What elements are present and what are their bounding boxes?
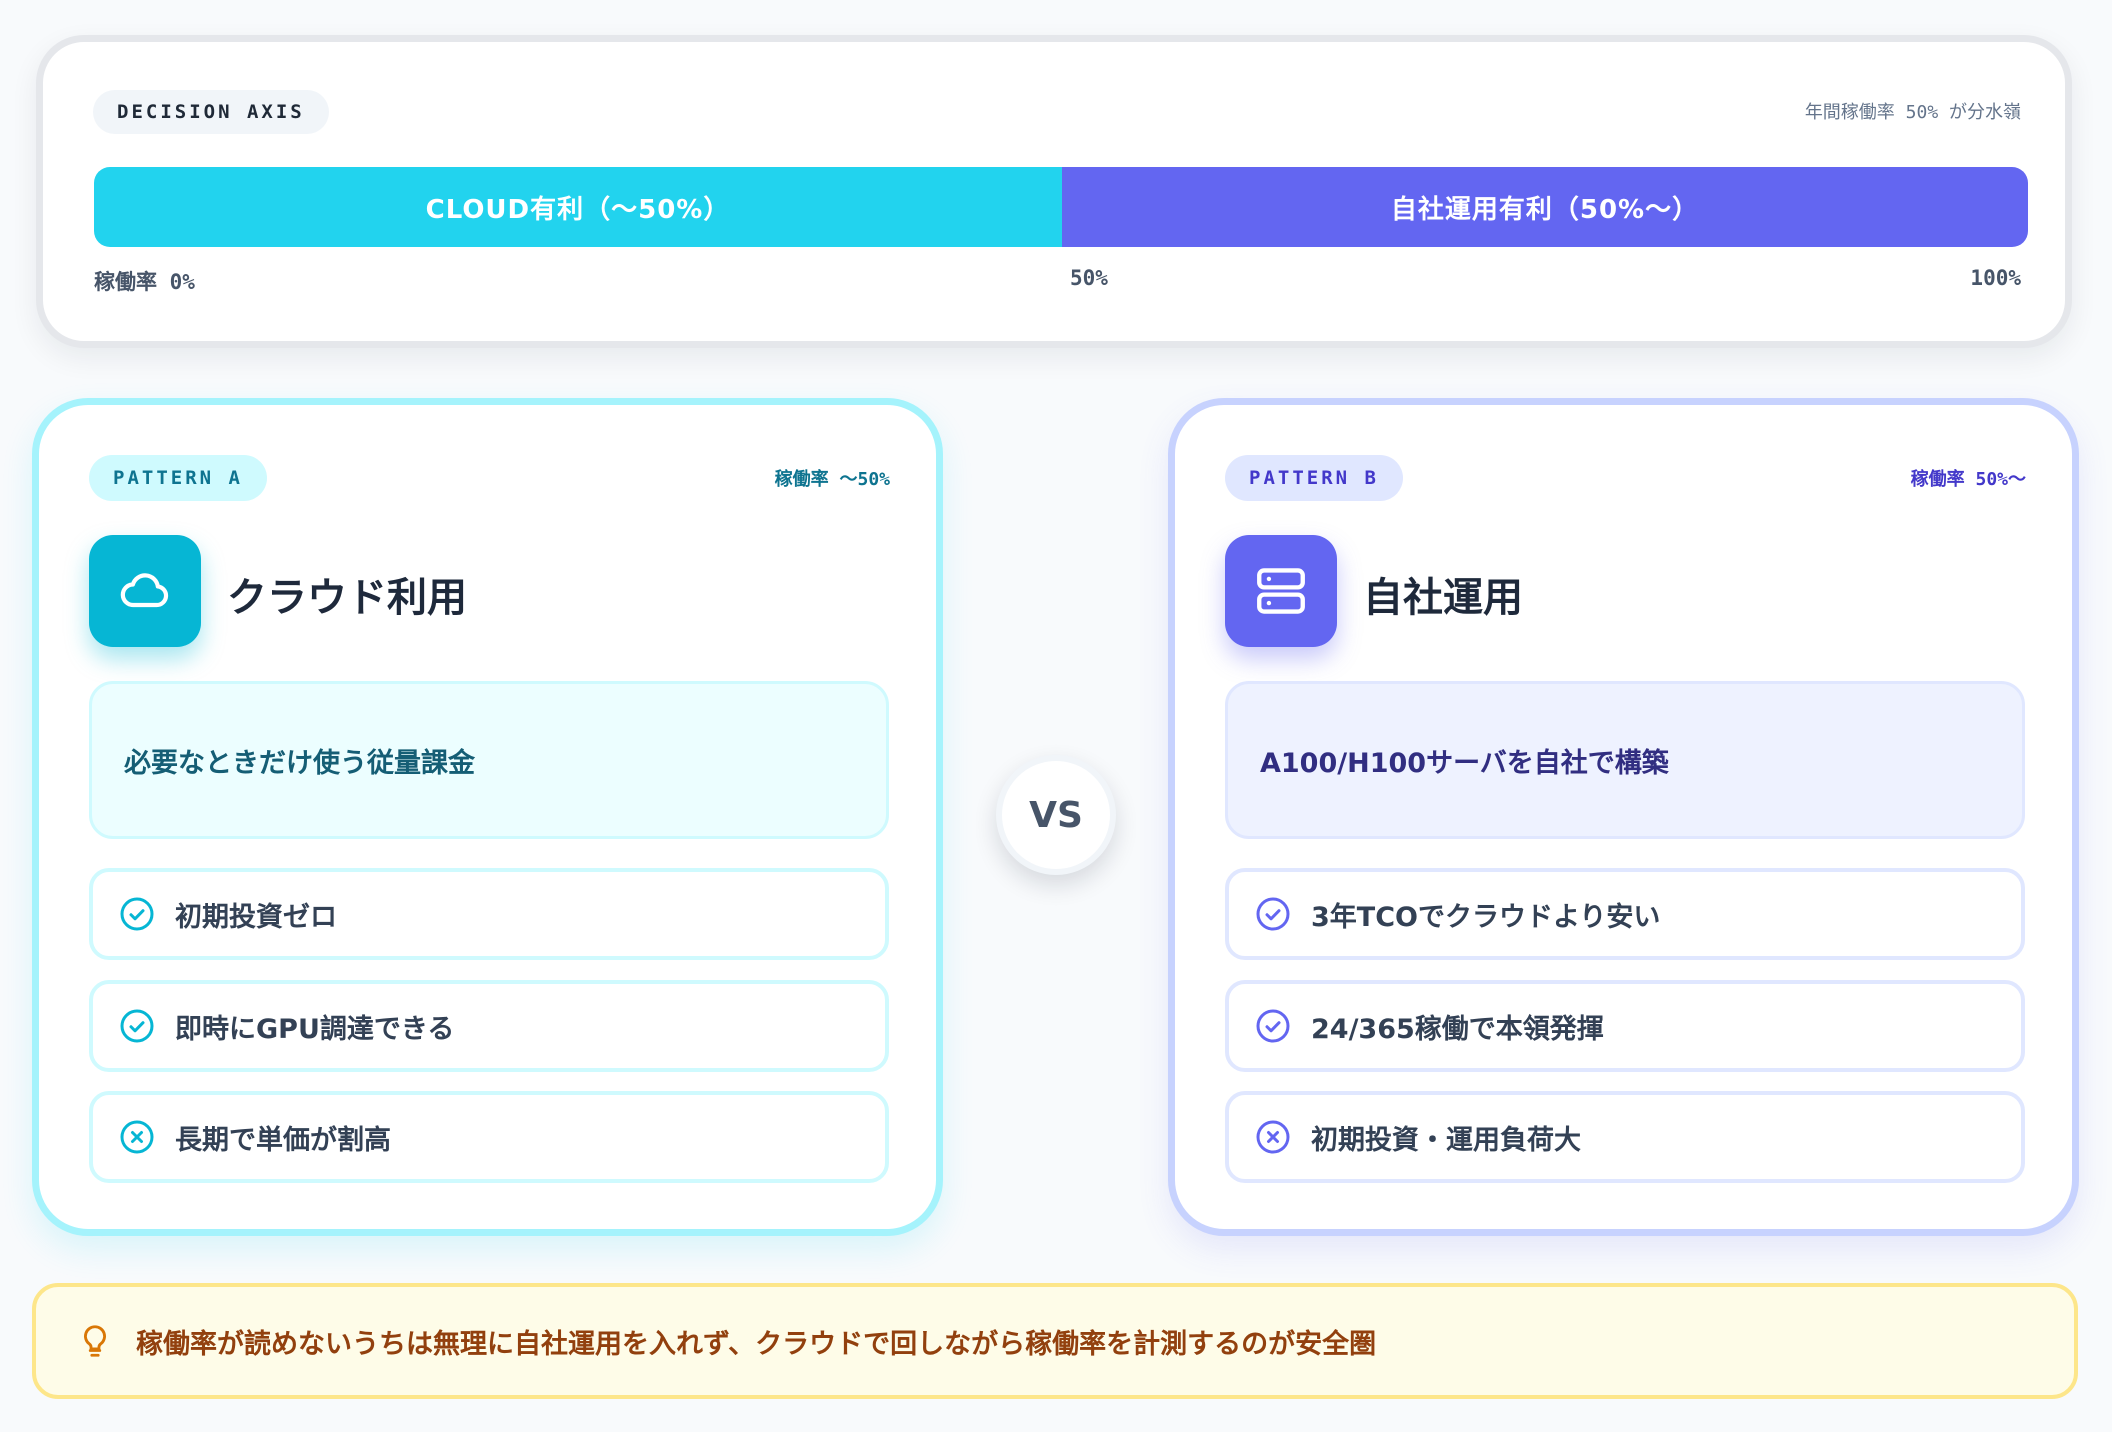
check-circle-icon — [1256, 897, 1290, 931]
pattern-b-item: 3年TCOでクラウドより安い — [1225, 868, 2025, 960]
pattern-b-item-text: 3年TCOでクラウドより安い — [1311, 901, 1661, 933]
comparison-slide: DECISION AXIS 年間稼働率 50% が分水嶺 CLOUD有利（〜50… — [0, 0, 2112, 1432]
x-circle-icon — [120, 1120, 154, 1154]
onprem-favored-segment: 自社運用有利（50%〜） — [1062, 167, 2028, 247]
pattern-a-card: PATTERN A 稼働率 〜50% クラウド利用 必要なときだけ使う従量課金 … — [32, 398, 943, 1236]
pattern-a-item: 初期投資ゼロ — [89, 868, 889, 960]
decision-axis-label: DECISION AXIS — [93, 90, 329, 134]
pattern-b-item: 初期投資・運用負荷大 — [1225, 1091, 2025, 1183]
pattern-a-description: 必要なときだけ使う従量課金 — [89, 681, 889, 839]
tick-label-end: 100% — [1970, 266, 2021, 290]
threshold-note: 年間稼働率 50% が分水嶺 — [1804, 102, 2021, 123]
tick-label-mid: 50% — [1070, 266, 1108, 290]
pattern-b-utilization: 稼働率 50%〜 — [1910, 469, 2026, 490]
pattern-a-title: クラウド利用 — [227, 575, 467, 621]
cloud-favored-segment: CLOUD有利（〜50%） — [94, 167, 1062, 247]
server-icon — [1225, 535, 1337, 647]
pattern-a-item: 長期で単価が割高 — [89, 1091, 889, 1183]
tip-banner: 稼働率が読めないうちは無理に自社運用を入れず、クラウドで回しながら稼働率を計測す… — [32, 1283, 2078, 1399]
check-circle-icon — [120, 897, 154, 931]
check-circle-icon — [120, 1009, 154, 1043]
tip-text: 稼働率が読めないうちは無理に自社運用を入れず、クラウドで回しながら稼働率を計測す… — [136, 1328, 1377, 1360]
x-circle-icon — [1256, 1120, 1290, 1154]
pattern-a-item: 即時にGPU調達できる — [89, 980, 889, 1072]
vs-badge: VS — [996, 755, 1116, 875]
decision-axis-card: DECISION AXIS 年間稼働率 50% が分水嶺 CLOUD有利（〜50… — [36, 35, 2072, 348]
pattern-b-title: 自社運用 — [1363, 575, 1523, 621]
pattern-b-description: A100/H100サーバを自社で構築 — [1225, 681, 2025, 839]
utilization-bar: CLOUD有利（〜50%） 自社運用有利（50%〜） — [94, 167, 2028, 247]
pattern-a-pill: PATTERN A — [89, 455, 267, 501]
pattern-b-card: PATTERN B 稼働率 50%〜 自社運用 A100/H100サーバを自社で… — [1168, 398, 2079, 1236]
tick-label-start: 稼働率 0% — [94, 270, 195, 294]
pattern-b-pill: PATTERN B — [1225, 455, 1403, 501]
pattern-a-item-text: 初期投資ゼロ — [175, 901, 337, 933]
pattern-b-item-text: 24/365稼働で本領発揮 — [1311, 1013, 1604, 1045]
pattern-b-item: 24/365稼働で本領発揮 — [1225, 980, 2025, 1072]
pattern-a-utilization: 稼働率 〜50% — [774, 469, 890, 490]
check-circle-icon — [1256, 1009, 1290, 1043]
cloud-icon — [89, 535, 201, 647]
lightbulb-icon — [84, 1325, 106, 1357]
pattern-a-item-text: 即時にGPU調達できる — [175, 1013, 455, 1045]
pattern-b-item-text: 初期投資・運用負荷大 — [1311, 1124, 1581, 1156]
pattern-a-item-text: 長期で単価が割高 — [175, 1124, 391, 1156]
